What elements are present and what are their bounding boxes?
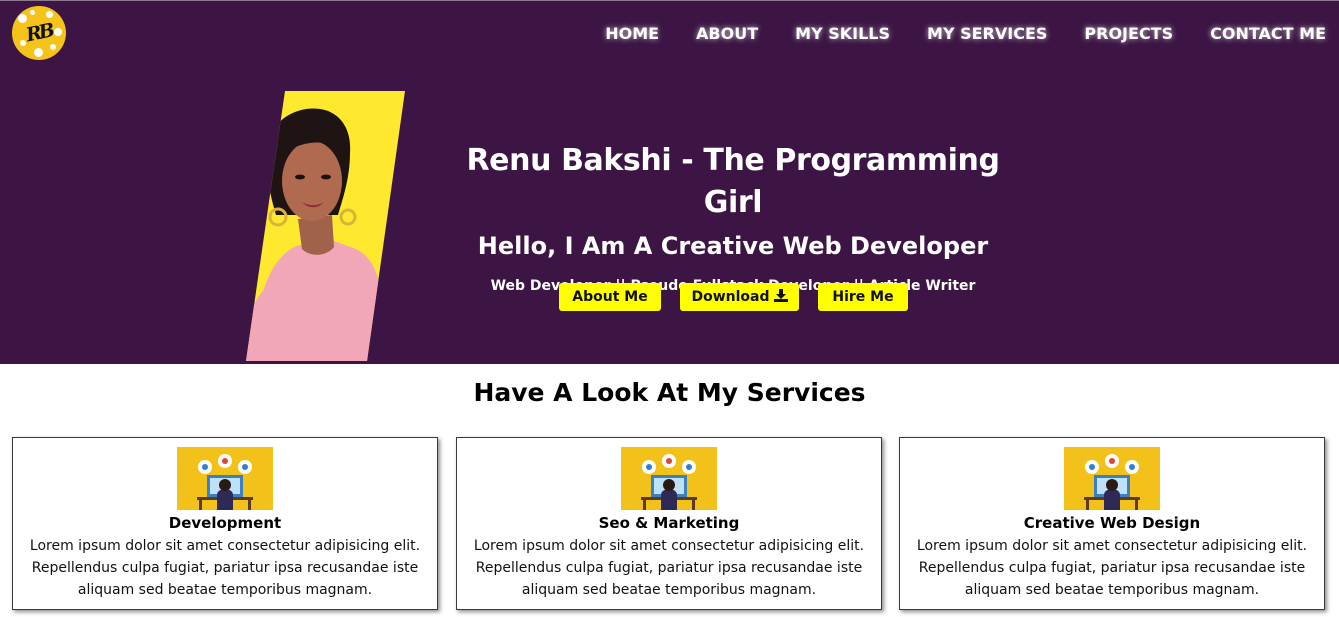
- top-border: [0, 0, 1339, 1]
- download-icon: [773, 284, 788, 312]
- service-card-text: Lorem ipsum dolor sit amet consectetur a…: [473, 538, 865, 598]
- developer-illustration-icon: [177, 447, 273, 510]
- developer-illustration-icon: [621, 447, 717, 510]
- nav-contact-me[interactable]: CONTACT ME: [1210, 22, 1326, 46]
- hire-me-label: Hire Me: [832, 289, 894, 305]
- nav-projects[interactable]: PROJECTS: [1084, 22, 1173, 46]
- hero-section: RB HOME ABOUT MY SKILLS MY SERVICES PROJ…: [0, 0, 1339, 364]
- hero-text: Renu Bakshi - The Programming Girl Hello…: [433, 140, 1033, 296]
- service-card-text: Lorem ipsum dolor sit amet consectetur a…: [916, 538, 1308, 598]
- nav-my-skills[interactable]: MY SKILLS: [795, 22, 890, 46]
- developer-illustration-icon: [1064, 447, 1160, 510]
- download-label: Download: [691, 289, 770, 305]
- nav-about[interactable]: ABOUT: [696, 22, 758, 46]
- service-card-title: Seo & Marketing: [598, 514, 740, 532]
- service-card-title: Development: [168, 514, 282, 532]
- nav-my-services[interactable]: MY SERVICES: [927, 22, 1047, 46]
- profile-photo: [246, 91, 406, 361]
- logo[interactable]: RB: [12, 6, 66, 60]
- service-card-seo-marketing[interactable]: Seo & Marketing Lorem ipsum dolor sit am…: [456, 437, 882, 610]
- logo-monogram: RB: [24, 19, 54, 47]
- nav-home[interactable]: HOME: [605, 22, 659, 46]
- about-me-button[interactable]: About Me: [559, 283, 661, 311]
- about-me-label: About Me: [572, 289, 648, 305]
- hero-subtitle: Hello, I Am A Creative Web Developer: [477, 232, 989, 260]
- services-heading: Have A Look At My Services: [473, 378, 866, 407]
- hire-me-button[interactable]: Hire Me: [818, 283, 908, 311]
- service-card-title: Creative Web Design: [1023, 514, 1201, 532]
- service-card-creative-web-design[interactable]: Creative Web Design Lorem ipsum dolor si…: [899, 437, 1325, 610]
- download-button[interactable]: Download: [680, 283, 799, 311]
- main-nav: HOME ABOUT MY SKILLS MY SERVICES PROJECT…: [568, 22, 1326, 46]
- service-card-text: Lorem ipsum dolor sit amet consectetur a…: [29, 538, 421, 598]
- service-card-development[interactable]: Development Lorem ipsum dolor sit amet c…: [12, 437, 438, 610]
- hero-title: Renu Bakshi - The Programming Girl: [466, 143, 1000, 220]
